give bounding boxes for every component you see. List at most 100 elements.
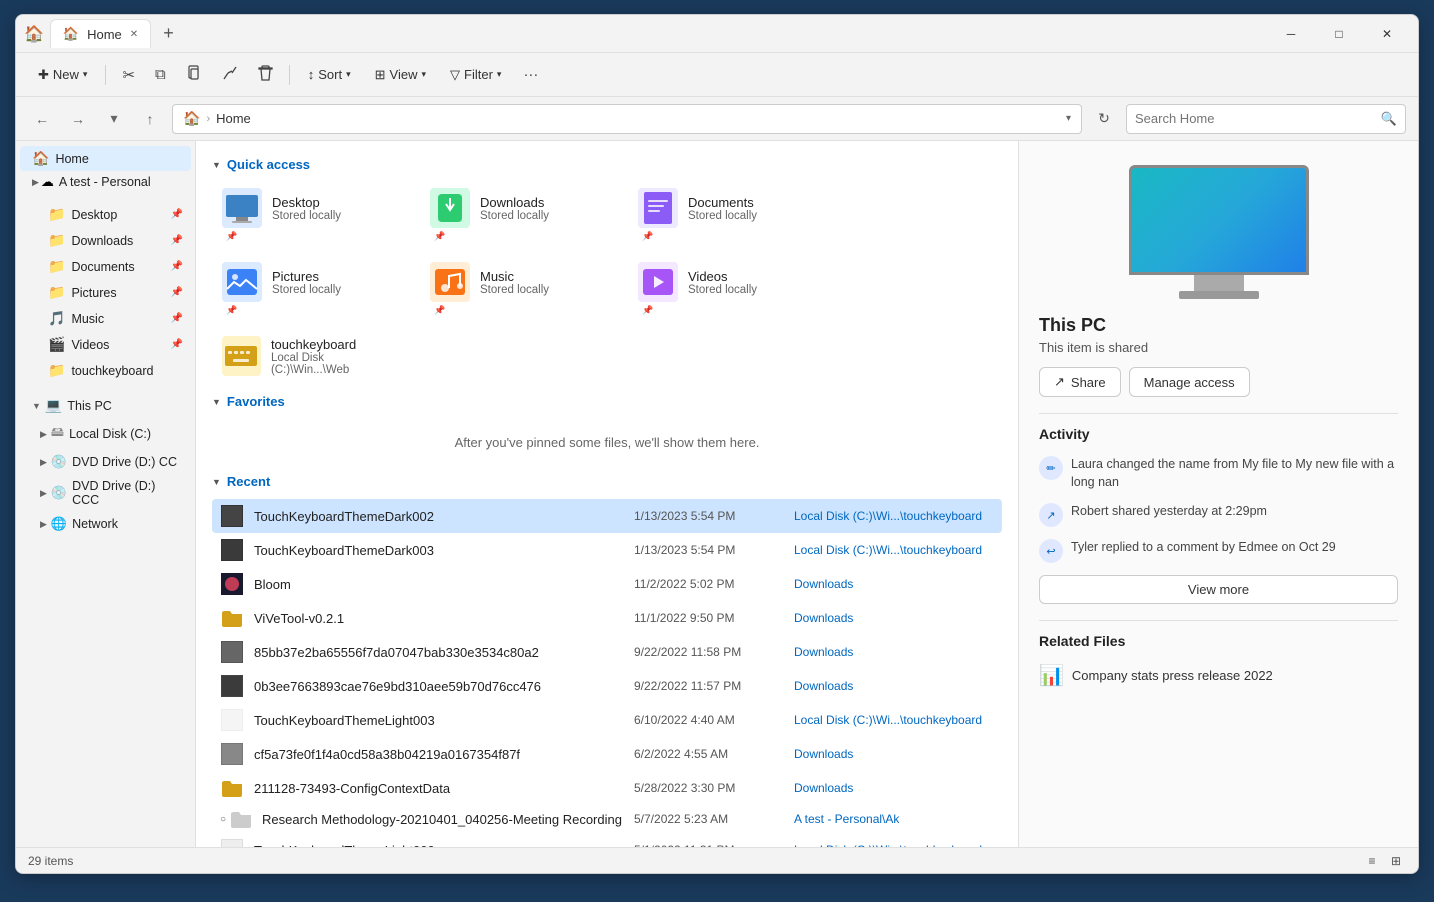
recent-row-3[interactable]: Bloom 11/2/2022 5:02 PM Downloads	[212, 567, 1002, 601]
quick-access-header[interactable]: ▼ Quick access	[212, 157, 1002, 172]
sidebar-cloud-expand[interactable]: ▶ ☁ A test - Personal	[20, 172, 191, 192]
sidebar-item-videos[interactable]: 🎬 Videos 📌	[20, 332, 191, 357]
sidebar-item-documents[interactable]: 📁 Documents 📌	[20, 254, 191, 279]
qa-item-pictures[interactable]: Pictures Stored locally 📌	[212, 256, 412, 322]
recent-row-10[interactable]: ○ Research Methodology-20210401_040256-M…	[212, 805, 1002, 833]
activity-item-2: ↗ Robert shared yesterday at 2:29pm	[1019, 499, 1418, 535]
copy-button[interactable]: ⧉	[147, 61, 174, 88]
forward-button[interactable]: →	[64, 105, 92, 133]
sidebar-dvd-cc[interactable]: ▶ 💿 DVD Drive (D:) CC	[20, 450, 191, 474]
recent-header[interactable]: ▼ Recent	[212, 474, 1002, 489]
recent-row-7[interactable]: TouchKeyboardThemeLight003 6/10/2022 4:4…	[212, 703, 1002, 737]
sidebar-dvd-ccc-label: DVD Drive (D:) CCC	[72, 479, 183, 507]
sort-button[interactable]: ↕ Sort ▾	[298, 62, 361, 87]
sidebar-item-downloads[interactable]: 📁 Downloads 📌	[20, 228, 191, 253]
qa-item-downloads[interactable]: Downloads Stored locally 📌	[420, 182, 620, 248]
search-box[interactable]: 🔍	[1126, 104, 1406, 134]
recent-location-3[interactable]: Downloads	[794, 577, 994, 591]
recent-row-9[interactable]: 211128-73493-ConfigContextData 5/28/2022…	[212, 771, 1002, 805]
manage-access-button[interactable]: Manage access	[1129, 367, 1250, 397]
qa-item-documents[interactable]: Documents Stored locally 📌	[628, 182, 828, 248]
expand-button[interactable]: ▾	[100, 105, 128, 133]
recent-row-4[interactable]: ViVeTool-v0.2.1 11/1/2022 9:50 PM Downlo…	[212, 601, 1002, 635]
sidebar-item-pictures[interactable]: 📁 Pictures 📌	[20, 280, 191, 305]
recent-location-9[interactable]: Downloads	[794, 781, 994, 795]
path-dropdown-icon[interactable]: ▾	[1066, 113, 1071, 124]
refresh-button[interactable]: ↻	[1090, 105, 1118, 133]
address-path[interactable]: 🏠 › Home ▾	[172, 104, 1082, 134]
new-button[interactable]: ✚ New ▾	[28, 62, 97, 88]
tab-close-btn[interactable]: ✕	[130, 29, 138, 40]
close-button[interactable]: ✕	[1364, 18, 1410, 50]
view-label: View	[390, 67, 418, 82]
sidebar-spacer-2	[16, 384, 195, 392]
monitor-image	[1129, 165, 1309, 299]
sidebar-item-music[interactable]: 🎵 Music 📌	[20, 306, 191, 331]
sidebar-this-pc[interactable]: ▼ 💻 This PC	[20, 393, 191, 418]
delete-button[interactable]	[250, 60, 281, 90]
search-input[interactable]	[1135, 111, 1375, 126]
recent-row-6[interactable]: 0b3ee7663893cae76e9bd310aee59b70d76cc476…	[212, 669, 1002, 703]
recent-location-6[interactable]: Downloads	[794, 679, 994, 693]
recent-location-5[interactable]: Downloads	[794, 645, 994, 659]
recent-row-2[interactable]: TouchKeyboardThemeDark003 1/13/2023 5:54…	[212, 533, 1002, 567]
recent-icon-4	[220, 606, 244, 630]
sidebar-item-home[interactable]: 🏠 Home	[20, 146, 191, 171]
maximize-button[interactable]: □	[1316, 18, 1362, 50]
sidebar-network[interactable]: ▶ 🌐 Network	[20, 512, 191, 536]
related-item-1[interactable]: 📊 Company stats press release 2022	[1039, 657, 1398, 694]
view-more-button[interactable]: View more	[1039, 575, 1398, 604]
new-icon: ✚	[38, 67, 49, 83]
filter-button[interactable]: ▽ Filter ▾	[440, 62, 511, 88]
activity-text-1: Laura changed the name from My file to M…	[1071, 456, 1398, 491]
list-view-button[interactable]: ≡	[1362, 851, 1382, 871]
recent-row-8[interactable]: cf5a73fe0f1f4a0cd58a38b04219a0167354f87f…	[212, 737, 1002, 771]
qa-item-music[interactable]: Music Stored locally 📌	[420, 256, 620, 322]
view-button[interactable]: ⊞ View ▾	[365, 62, 436, 88]
sort-label: Sort	[318, 67, 342, 82]
up-button[interactable]: ↑	[136, 105, 164, 133]
view-icon: ⊞	[375, 67, 386, 83]
recent-location-2[interactable]: Local Disk (C:)\Wi...\touchkeyboard	[794, 543, 994, 557]
qa-item-videos[interactable]: Videos Stored locally 📌	[628, 256, 828, 322]
rp-divider-1	[1039, 413, 1398, 414]
recent-row-1[interactable]: TouchKeyboardThemeDark002 1/13/2023 5:54…	[212, 499, 1002, 533]
favorites-header[interactable]: ▼ Favorites	[212, 394, 1002, 409]
recent-location-8[interactable]: Downloads	[794, 747, 994, 761]
sidebar-item-touchkeyboard[interactable]: 📁 touchkeyboard	[20, 358, 191, 383]
more-button[interactable]: ···	[515, 61, 546, 88]
recent-location-10[interactable]: A test - Personal\Ak	[794, 812, 994, 826]
paste-button[interactable]	[178, 60, 210, 90]
rp-actions: ↗ Share Manage access	[1019, 367, 1418, 413]
qa-item-touchkeyboard[interactable]: touchkeyboard Local Disk (C:)\Win...\Web	[212, 330, 412, 382]
cut-button[interactable]: ✂	[114, 61, 143, 89]
recent-date-3: 11/2/2022 5:02 PM	[634, 577, 784, 591]
share-label: Share	[1071, 375, 1106, 390]
desktop-pin-icon: 📌	[171, 209, 183, 220]
share-button[interactable]	[214, 60, 246, 90]
recent-row-5[interactable]: 85bb37e2ba65556f7da07047bab330e3534c80a2…	[212, 635, 1002, 669]
sidebar-item-desktop[interactable]: 📁 Desktop 📌	[20, 202, 191, 227]
sidebar-local-disk[interactable]: ▶ 🖴 Local Disk (C:)	[20, 419, 191, 449]
tab-add-btn[interactable]: +	[157, 21, 180, 46]
quick-access-grid: Desktop Stored locally 📌 Downloads	[212, 182, 1002, 382]
monitor-screen	[1129, 165, 1309, 275]
qa-pictures-info: Pictures Stored locally	[272, 269, 341, 296]
recent-location-1[interactable]: Local Disk (C:)\Wi...\touchkeyboard	[794, 509, 994, 523]
qa-documents-icon	[638, 188, 678, 228]
sidebar-videos-label: Videos	[71, 338, 164, 352]
minimize-button[interactable]: ─	[1268, 18, 1314, 50]
share-button[interactable]: ↗ Share	[1039, 367, 1121, 397]
recent-location-7[interactable]: Local Disk (C:)\Wi...\touchkeyboard	[794, 713, 994, 727]
toolbar-sep-2	[289, 65, 290, 85]
qa-downloads-info: Downloads Stored locally	[480, 195, 549, 222]
back-button[interactable]: ←	[28, 105, 56, 133]
recent-location-4[interactable]: Downloads	[794, 611, 994, 625]
downloads-folder-icon: 📁	[48, 232, 65, 249]
sidebar-local-disk-label: Local Disk (C:)	[69, 427, 151, 441]
qa-item-desktop[interactable]: Desktop Stored locally 📌	[212, 182, 412, 248]
recent-row-11[interactable]: TouchKeyboardThemeLight000 5/1/2022 11:3…	[212, 833, 1002, 847]
grid-view-button[interactable]: ⊞	[1386, 851, 1406, 871]
sidebar-dvd-ccc[interactable]: ▶ 💿 DVD Drive (D:) CCC	[20, 475, 191, 511]
active-tab[interactable]: 🏠 Home ✕	[50, 19, 151, 48]
